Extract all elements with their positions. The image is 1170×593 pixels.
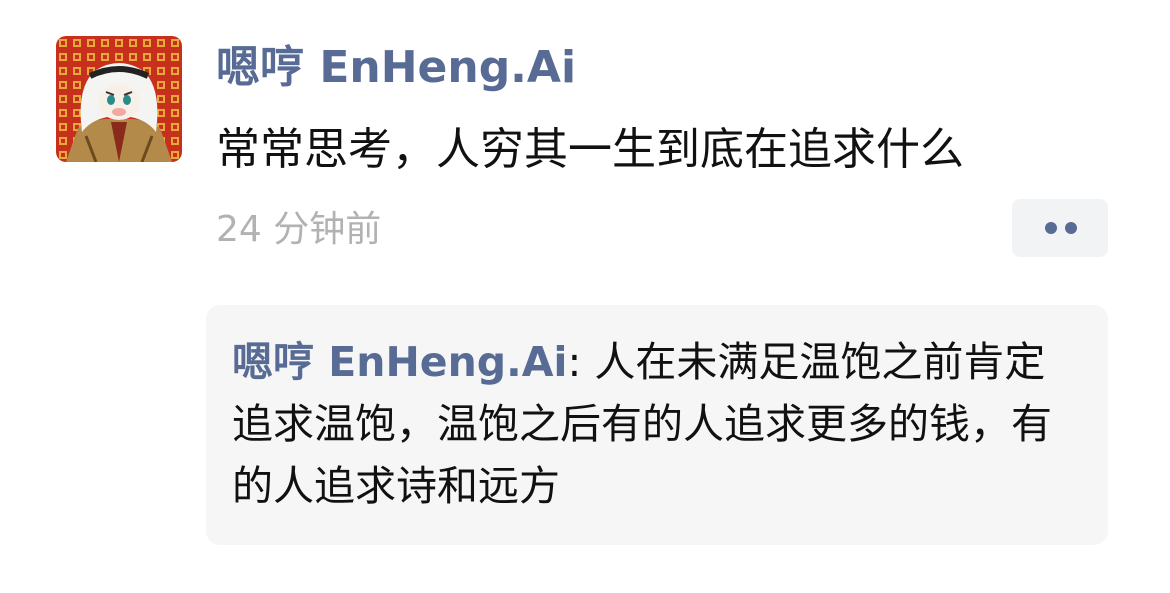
avatar-keffiyeh-icon (56, 36, 182, 162)
comment-separator: : (567, 338, 595, 386)
more-dots-icon (1065, 222, 1077, 234)
more-dots-icon (1045, 222, 1057, 234)
post-author-name[interactable]: 嗯哼 EnHeng.Ai (216, 40, 576, 96)
post-timestamp: 24 分钟前 (216, 209, 382, 250)
avatar[interactable] (56, 36, 182, 162)
comment-item: 嗯哼 EnHeng.Ai: 人在未满足温饱之前肯定追求温饱，温饱之后有的人追求更… (232, 331, 1082, 517)
more-actions-button[interactable] (1012, 199, 1108, 257)
comment-section: 嗯哼 EnHeng.Ai: 人在未满足温饱之前肯定追求温饱，温饱之后有的人追求更… (206, 305, 1108, 545)
post-text: 常常思考，人穷其一生到底在追求什么 (216, 124, 964, 175)
comment-author-name[interactable]: 嗯哼 EnHeng.Ai (232, 338, 568, 386)
